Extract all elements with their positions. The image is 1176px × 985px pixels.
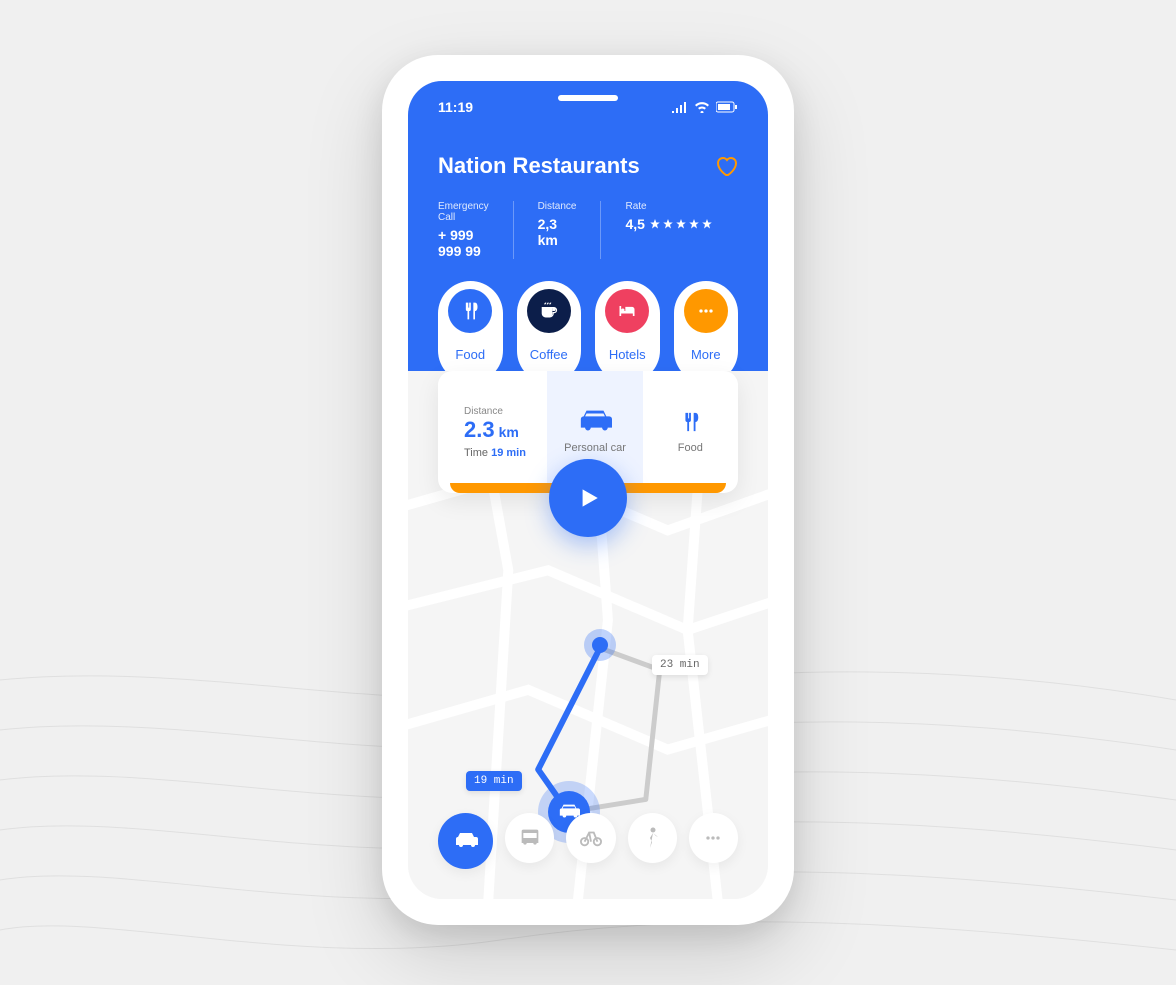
status-icons [672,101,738,113]
transport-walk[interactable] [628,813,677,863]
transport-bus[interactable] [505,813,554,863]
route-food-cell[interactable]: Food [643,371,738,493]
bus-icon [520,828,540,848]
destination-marker[interactable] [592,637,608,653]
category-more[interactable]: More [674,281,739,383]
route-distance-value: 2.3 [464,417,495,443]
place-title: Nation Restaurants [438,153,640,179]
transport-mode-bar [438,813,738,869]
emergency-info: Emergency Call + 999 999 99 [438,201,514,259]
phone-frame: 11:19 Nation Restaurants Emergency Call … [382,55,794,925]
rating-stars [649,218,713,230]
category-label: Hotels [609,347,646,362]
route-time-value: 19 min [491,447,526,459]
category-food[interactable]: Food [438,281,503,383]
header: 11:19 Nation Restaurants Emergency Call … [408,81,768,417]
rate-info: Rate 4,5 [625,201,736,259]
more-icon [696,301,716,321]
category-hotels[interactable]: Hotels [595,281,660,383]
route-distance-unit: km [499,424,519,440]
distance-info: Distance 2,3 km [538,201,602,259]
category-label: More [691,347,721,362]
play-icon [575,485,601,511]
category-coffee[interactable]: Coffee [517,281,582,383]
signal-icon [672,101,688,113]
map[interactable]: Distance 2.3km Time 19 min Personal car … [408,371,768,899]
route-distance-label: Distance [464,406,503,417]
food-icon [679,410,701,434]
bed-icon [617,301,637,321]
clock: 11:19 [438,99,473,115]
car-icon [454,833,478,849]
transport-bike[interactable] [566,813,615,863]
walk-icon [645,827,659,849]
category-label: Food [455,347,485,362]
battery-icon [716,101,738,113]
transport-car[interactable] [438,813,493,869]
emergency-label: Emergency Call [438,201,489,223]
status-bar: 11:19 [438,99,738,115]
notch [558,95,618,101]
rate-value: 4,5 [625,216,644,232]
coffee-icon [539,301,559,321]
screen: 11:19 Nation Restaurants Emergency Call … [408,81,768,899]
route-time-label: Time [464,447,488,459]
route-right-label: Food [678,442,703,454]
route-mode-label: Personal car [564,442,626,454]
distance-value: 2,3 km [538,216,577,248]
wifi-icon [694,101,710,113]
active-route-time[interactable]: 19 min [466,771,522,791]
emergency-number[interactable]: + 999 999 99 [438,227,489,259]
car-icon [578,410,612,434]
food-icon [460,301,480,321]
route-distance-cell: Distance 2.3km Time 19 min [438,371,547,493]
transport-more[interactable] [689,813,738,863]
favorite-button[interactable] [714,154,738,178]
rate-label: Rate [625,201,712,212]
start-navigation-button[interactable] [549,459,627,537]
alt-route-time[interactable]: 23 min [652,655,708,675]
distance-label: Distance [538,201,577,212]
bike-icon [580,829,602,847]
category-label: Coffee [530,347,568,362]
more-icon [703,828,723,848]
category-row: Food Coffee Hotels More [438,281,738,383]
